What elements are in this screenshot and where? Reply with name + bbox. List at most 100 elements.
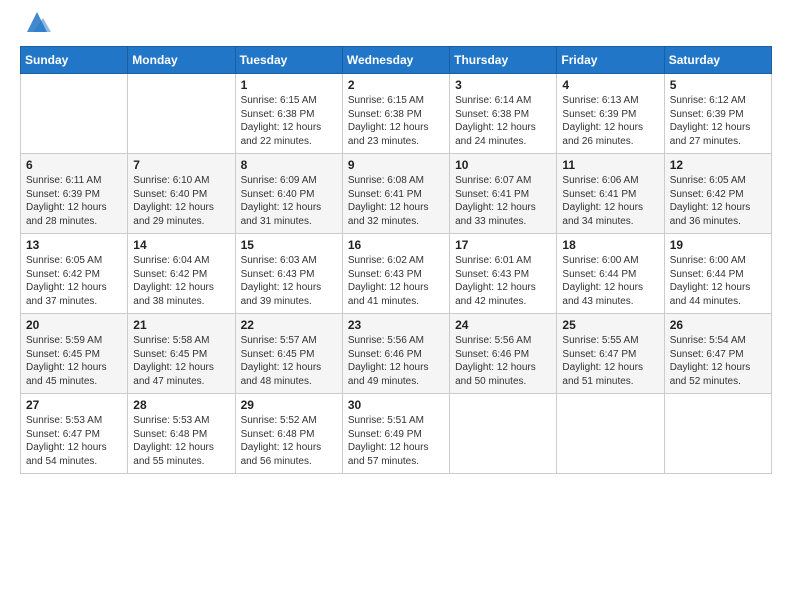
calendar-cell: 19 Sunrise: 6:00 AM Sunset: 6:44 PM Dayli…	[664, 234, 771, 314]
calendar-week-row: 27 Sunrise: 5:53 AM Sunset: 6:47 PM Dayli…	[21, 394, 772, 474]
day-info: Sunrise: 5:51 AM Sunset: 6:49 PM Dayligh…	[348, 414, 444, 468]
calendar-cell	[128, 74, 235, 154]
calendar-cell: 23 Sunrise: 5:56 AM Sunset: 6:46 PM Dayli…	[342, 314, 449, 394]
day-info: Sunrise: 5:53 AM Sunset: 6:47 PM Dayligh…	[26, 414, 122, 468]
calendar-header-row: SundayMondayTuesdayWednesdayThursdayFrid…	[21, 47, 772, 74]
calendar-weekday-header: Thursday	[450, 47, 557, 74]
day-info: Sunrise: 6:00 AM Sunset: 6:44 PM Dayligh…	[562, 254, 658, 308]
calendar-cell: 22 Sunrise: 5:57 AM Sunset: 6:45 PM Dayli…	[235, 314, 342, 394]
calendar-cell: 28 Sunrise: 5:53 AM Sunset: 6:48 PM Dayli…	[128, 394, 235, 474]
calendar-cell: 16 Sunrise: 6:02 AM Sunset: 6:43 PM Dayli…	[342, 234, 449, 314]
day-number: 29	[241, 398, 337, 412]
day-info: Sunrise: 6:02 AM Sunset: 6:43 PM Dayligh…	[348, 254, 444, 308]
calendar-weekday-header: Tuesday	[235, 47, 342, 74]
day-info: Sunrise: 5:57 AM Sunset: 6:45 PM Dayligh…	[241, 334, 337, 388]
day-info: Sunrise: 6:10 AM Sunset: 6:40 PM Dayligh…	[133, 174, 229, 228]
day-info: Sunrise: 6:04 AM Sunset: 6:42 PM Dayligh…	[133, 254, 229, 308]
calendar-cell: 24 Sunrise: 5:56 AM Sunset: 6:46 PM Dayli…	[450, 314, 557, 394]
calendar-cell: 4 Sunrise: 6:13 AM Sunset: 6:39 PM Daylig…	[557, 74, 664, 154]
day-info: Sunrise: 6:09 AM Sunset: 6:40 PM Dayligh…	[241, 174, 337, 228]
logo-icon	[23, 8, 51, 36]
day-number: 24	[455, 318, 551, 332]
day-number: 3	[455, 78, 551, 92]
calendar-cell: 17Sunrise: 6:01 AM Sunset: 6:43 PM Dayli…	[450, 234, 557, 314]
day-number: 13	[26, 238, 122, 252]
day-info: Sunrise: 6:07 AM Sunset: 6:41 PM Dayligh…	[455, 174, 551, 228]
day-number: 23	[348, 318, 444, 332]
calendar-cell: 12 Sunrise: 6:05 AM Sunset: 6:42 PM Dayli…	[664, 154, 771, 234]
day-info: Sunrise: 6:15 AM Sunset: 6:38 PM Dayligh…	[241, 94, 337, 148]
calendar-cell: 26Sunrise: 5:54 AM Sunset: 6:47 PM Dayli…	[664, 314, 771, 394]
calendar-cell: 1 Sunrise: 6:15 AM Sunset: 6:38 PM Daylig…	[235, 74, 342, 154]
calendar-cell: 11Sunrise: 6:06 AM Sunset: 6:41 PM Dayli…	[557, 154, 664, 234]
calendar-table: SundayMondayTuesdayWednesdayThursdayFrid…	[20, 46, 772, 474]
calendar-cell: 14Sunrise: 6:04 AM Sunset: 6:42 PM Dayli…	[128, 234, 235, 314]
day-number: 30	[348, 398, 444, 412]
day-info: Sunrise: 5:58 AM Sunset: 6:45 PM Dayligh…	[133, 334, 229, 388]
day-info: Sunrise: 6:13 AM Sunset: 6:39 PM Dayligh…	[562, 94, 658, 148]
calendar-cell: 3 Sunrise: 6:14 AM Sunset: 6:38 PM Daylig…	[450, 74, 557, 154]
day-number: 20	[26, 318, 122, 332]
day-number: 8	[241, 158, 337, 172]
day-info: Sunrise: 5:56 AM Sunset: 6:46 PM Dayligh…	[348, 334, 444, 388]
calendar-cell: 5 Sunrise: 6:12 AM Sunset: 6:39 PM Daylig…	[664, 74, 771, 154]
day-number: 12	[670, 158, 766, 172]
day-info: Sunrise: 6:08 AM Sunset: 6:41 PM Dayligh…	[348, 174, 444, 228]
day-info: Sunrise: 5:59 AM Sunset: 6:45 PM Dayligh…	[26, 334, 122, 388]
calendar-weekday-header: Wednesday	[342, 47, 449, 74]
day-number: 2	[348, 78, 444, 92]
day-info: Sunrise: 5:52 AM Sunset: 6:48 PM Dayligh…	[241, 414, 337, 468]
day-number: 16	[348, 238, 444, 252]
calendar-cell: 18 Sunrise: 6:00 AM Sunset: 6:44 PM Dayli…	[557, 234, 664, 314]
calendar-cell: 15 Sunrise: 6:03 AM Sunset: 6:43 PM Dayli…	[235, 234, 342, 314]
calendar-cell: 10 Sunrise: 6:07 AM Sunset: 6:41 PM Dayli…	[450, 154, 557, 234]
day-info: Sunrise: 6:12 AM Sunset: 6:39 PM Dayligh…	[670, 94, 766, 148]
calendar-cell: 30 Sunrise: 5:51 AM Sunset: 6:49 PM Dayli…	[342, 394, 449, 474]
day-info: Sunrise: 5:54 AM Sunset: 6:47 PM Dayligh…	[670, 334, 766, 388]
day-number: 6	[26, 158, 122, 172]
day-info: Sunrise: 6:05 AM Sunset: 6:42 PM Dayligh…	[26, 254, 122, 308]
calendar-cell: 2 Sunrise: 6:15 AM Sunset: 6:38 PM Daylig…	[342, 74, 449, 154]
calendar-cell: 9 Sunrise: 6:08 AM Sunset: 6:41 PM Daylig…	[342, 154, 449, 234]
calendar-cell: 21 Sunrise: 5:58 AM Sunset: 6:45 PM Dayli…	[128, 314, 235, 394]
day-number: 4	[562, 78, 658, 92]
day-number: 18	[562, 238, 658, 252]
day-number: 10	[455, 158, 551, 172]
day-number: 21	[133, 318, 229, 332]
day-info: Sunrise: 6:14 AM Sunset: 6:38 PM Dayligh…	[455, 94, 551, 148]
day-number: 19	[670, 238, 766, 252]
day-number: 22	[241, 318, 337, 332]
calendar-cell: 7 Sunrise: 6:10 AM Sunset: 6:40 PM Daylig…	[128, 154, 235, 234]
calendar-cell: 8 Sunrise: 6:09 AM Sunset: 6:40 PM Daylig…	[235, 154, 342, 234]
day-number: 25	[562, 318, 658, 332]
day-number: 7	[133, 158, 229, 172]
calendar-weekday-header: Sunday	[21, 47, 128, 74]
calendar-cell: 27 Sunrise: 5:53 AM Sunset: 6:47 PM Dayli…	[21, 394, 128, 474]
day-number: 1	[241, 78, 337, 92]
calendar-cell	[664, 394, 771, 474]
day-number: 9	[348, 158, 444, 172]
day-number: 5	[670, 78, 766, 92]
day-info: Sunrise: 6:05 AM Sunset: 6:42 PM Dayligh…	[670, 174, 766, 228]
calendar-week-row: 6 Sunrise: 6:11 AM Sunset: 6:39 PM Daylig…	[21, 154, 772, 234]
day-number: 28	[133, 398, 229, 412]
day-info: Sunrise: 6:11 AM Sunset: 6:39 PM Dayligh…	[26, 174, 122, 228]
day-info: Sunrise: 6:15 AM Sunset: 6:38 PM Dayligh…	[348, 94, 444, 148]
day-info: Sunrise: 5:56 AM Sunset: 6:46 PM Dayligh…	[455, 334, 551, 388]
header	[20, 18, 772, 36]
logo	[20, 18, 51, 36]
day-info: Sunrise: 6:06 AM Sunset: 6:41 PM Dayligh…	[562, 174, 658, 228]
day-info: Sunrise: 6:00 AM Sunset: 6:44 PM Dayligh…	[670, 254, 766, 308]
day-info: Sunrise: 6:03 AM Sunset: 6:43 PM Dayligh…	[241, 254, 337, 308]
calendar-cell	[450, 394, 557, 474]
day-number: 17	[455, 238, 551, 252]
calendar-cell: 6 Sunrise: 6:11 AM Sunset: 6:39 PM Daylig…	[21, 154, 128, 234]
day-number: 15	[241, 238, 337, 252]
calendar-cell: 25 Sunrise: 5:55 AM Sunset: 6:47 PM Dayli…	[557, 314, 664, 394]
day-info: Sunrise: 5:55 AM Sunset: 6:47 PM Dayligh…	[562, 334, 658, 388]
calendar-weekday-header: Saturday	[664, 47, 771, 74]
calendar-weekday-header: Friday	[557, 47, 664, 74]
day-number: 27	[26, 398, 122, 412]
calendar-weekday-header: Monday	[128, 47, 235, 74]
day-info: Sunrise: 5:53 AM Sunset: 6:48 PM Dayligh…	[133, 414, 229, 468]
